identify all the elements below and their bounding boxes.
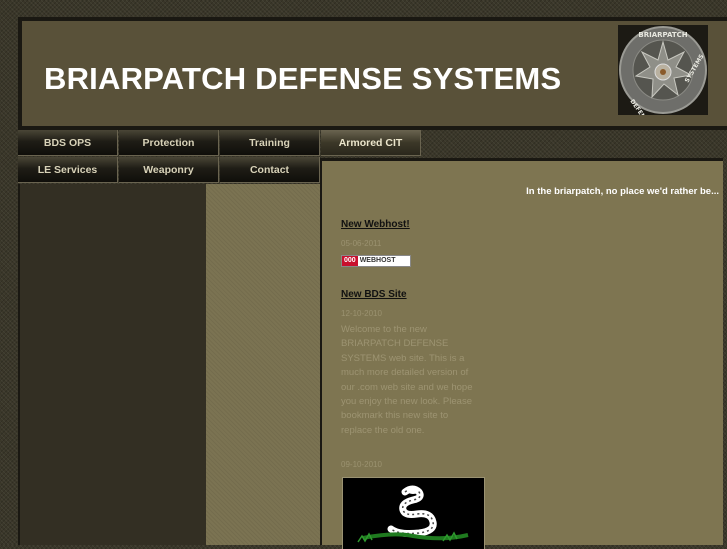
- post-date: 05-06-2011: [341, 239, 382, 248]
- webhost-badge-left: 000: [342, 256, 358, 266]
- nav-armored-cit[interactable]: Armored CIT: [321, 130, 421, 156]
- post-title-new-webhost[interactable]: New Webhost!: [341, 219, 410, 230]
- middle-column: [206, 184, 320, 545]
- tagline: In the briarpatch, no place we'd rather …: [526, 186, 719, 197]
- main-content: In the briarpatch, no place we'd rather …: [320, 158, 723, 549]
- nav-le-services[interactable]: LE Services: [18, 157, 118, 183]
- site-title: BRIARPATCH DEFENSE SYSTEMS: [44, 61, 562, 96]
- webhost-badge-icon[interactable]: 000 WEBHOST: [341, 255, 411, 267]
- nav-weaponry[interactable]: Weaponry: [119, 157, 219, 183]
- nav-protection[interactable]: Protection: [119, 130, 219, 156]
- webhost-badge-right: WEBHOST: [359, 257, 396, 264]
- site-header: BRIARPATCH DEFENSE SYSTEMS BRIARPATCH DE…: [18, 17, 727, 130]
- post-date: 09-10-2010: [341, 460, 382, 469]
- logo-top-text: BRIARPATCH: [638, 31, 687, 39]
- post-body: Welcome to the new BRIARPATCH DEFENSE SY…: [341, 324, 473, 436]
- left-sidebar: [18, 184, 206, 545]
- nav-contact[interactable]: Contact: [220, 157, 320, 183]
- gadsden-flag-icon: [342, 477, 485, 549]
- nav-training[interactable]: Training: [220, 130, 320, 156]
- post-title-new-bds-site[interactable]: New BDS Site: [341, 289, 407, 300]
- nav-bds-ops[interactable]: BDS OPS: [18, 130, 118, 156]
- header-panel: BRIARPATCH DEFENSE SYSTEMS BRIARPATCH DE…: [22, 21, 727, 126]
- briarpatch-logo-icon: BRIARPATCH DEFENSE SYSTEMS: [618, 25, 708, 115]
- post-date: 12-10-2010: [341, 309, 382, 318]
